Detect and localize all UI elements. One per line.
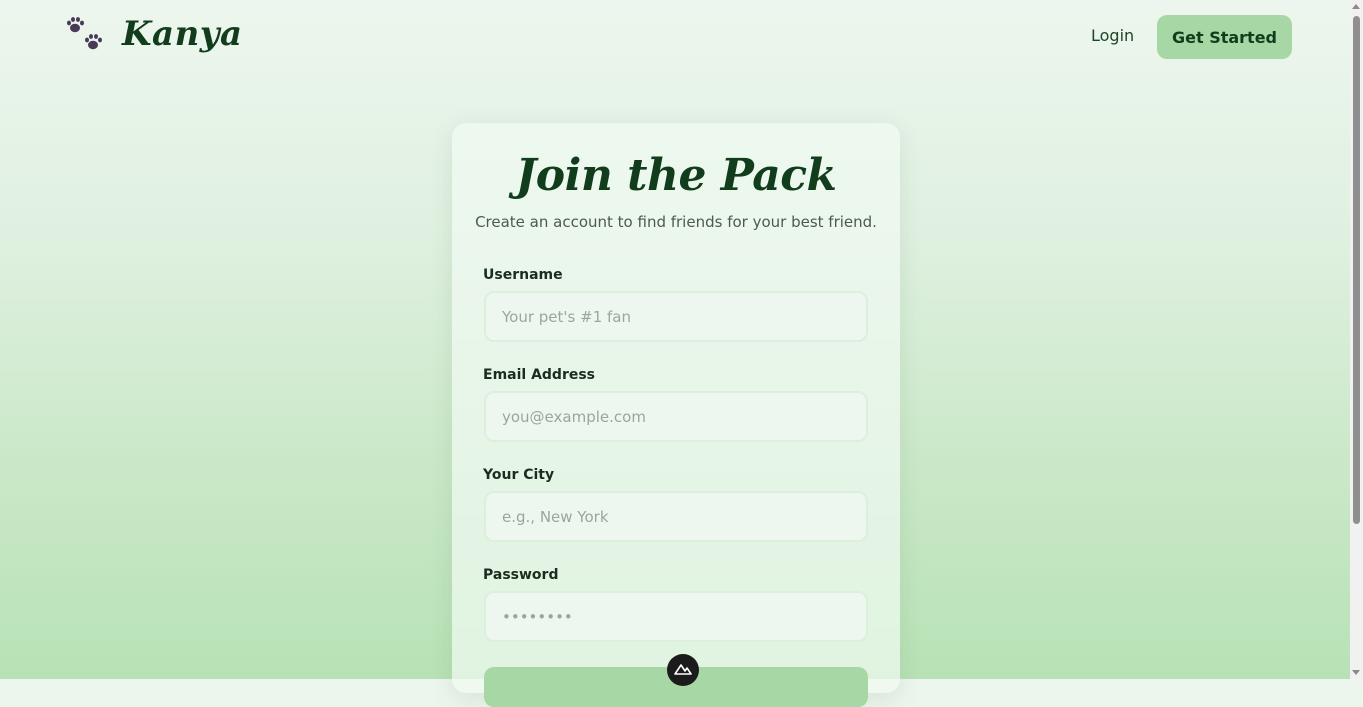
- email-input[interactable]: [484, 391, 868, 442]
- brand-logo[interactable]: Kanya: [64, 14, 243, 54]
- city-label: Your City: [483, 467, 555, 483]
- get-started-button[interactable]: Get Started: [1157, 15, 1292, 59]
- mountain-logo-icon: [674, 661, 692, 680]
- signup-subtitle: Create an account to find friends for yo…: [475, 213, 877, 231]
- signup-title: Join the Pack: [515, 150, 837, 201]
- dev-tools-badge[interactable]: [667, 654, 699, 686]
- username-input[interactable]: [484, 291, 868, 342]
- paw-prints-icon: [64, 14, 104, 54]
- password-label: Password: [483, 567, 559, 583]
- username-label: Username: [483, 267, 563, 283]
- brand-name: Kanya: [122, 14, 243, 54]
- city-input[interactable]: [484, 491, 868, 542]
- scrollbar-thumb[interactable]: [1353, 16, 1360, 524]
- email-label: Email Address: [483, 367, 596, 383]
- top-navigation: Kanya Login Get Started: [0, 0, 1350, 74]
- scroll-up-arrow-icon[interactable]: [1352, 4, 1360, 9]
- login-link[interactable]: Login: [1091, 26, 1134, 45]
- password-input[interactable]: [484, 591, 868, 642]
- scroll-down-arrow-icon[interactable]: [1352, 670, 1360, 675]
- page-scrollbar[interactable]: [1350, 0, 1363, 679]
